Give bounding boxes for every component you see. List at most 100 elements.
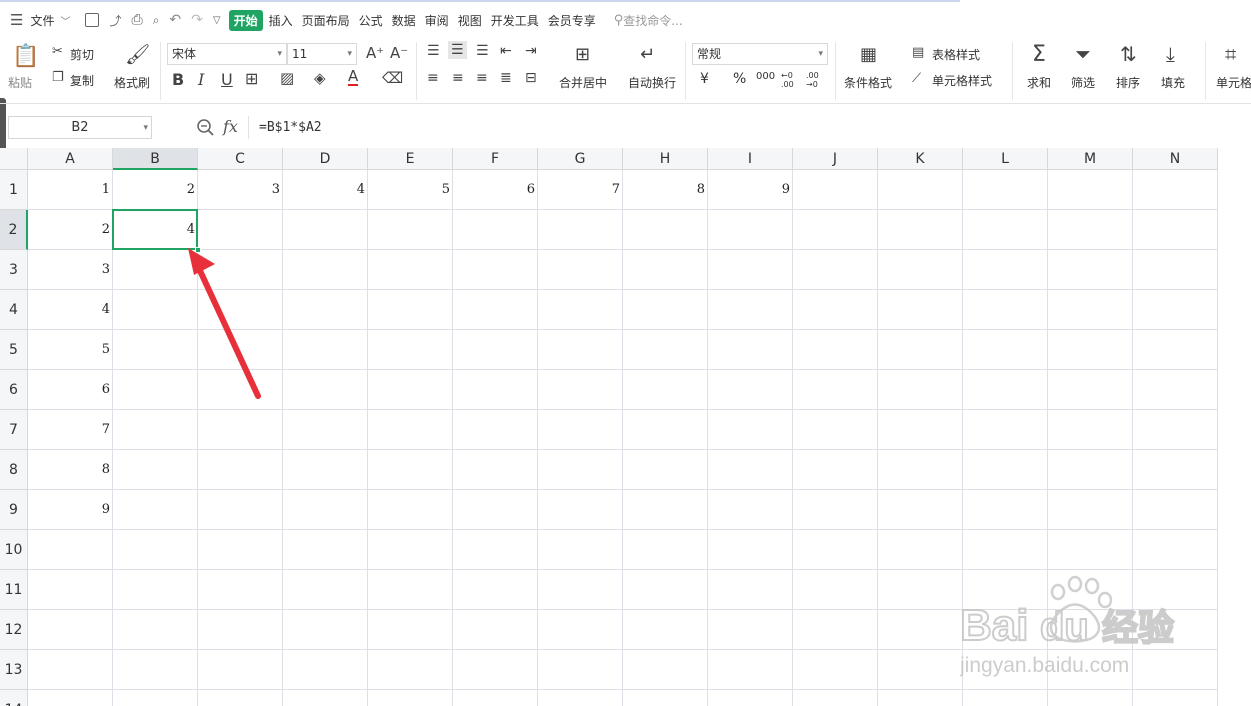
cell-k1[interactable] [878,170,963,210]
justify-icon[interactable]: ≣ [500,70,512,86]
cell-e4[interactable] [368,290,453,330]
cell-f4[interactable] [453,290,538,330]
column-header-f[interactable]: F [453,148,538,170]
cell-j10[interactable] [793,530,878,570]
cell-c6[interactable] [198,370,283,410]
sum-button[interactable]: 求和 [1027,74,1051,91]
column-header-b[interactable]: B [113,148,198,170]
cell-b9[interactable] [113,490,198,530]
column-header-c[interactable]: C [198,148,283,170]
cell-d13[interactable] [283,650,368,690]
row-header-7[interactable]: 7 [0,410,28,450]
distribute-icon[interactable]: ⊟ [525,70,537,86]
decrease-indent-icon[interactable]: ⇤ [500,43,512,59]
cell-i8[interactable] [708,450,793,490]
cell-j14[interactable] [793,690,878,706]
cell-c3[interactable] [198,250,283,290]
cell-i12[interactable] [708,610,793,650]
cell-c11[interactable] [198,570,283,610]
formula-input[interactable]: =B$1*$A2 [248,116,1251,139]
cell-h10[interactable] [623,530,708,570]
cell-k9[interactable] [878,490,963,530]
cell-h1[interactable]: 8 [623,170,708,210]
column-header-a[interactable]: A [28,148,113,170]
cell-d12[interactable] [283,610,368,650]
cell-i1[interactable]: 9 [708,170,793,210]
cell-k14[interactable] [878,690,963,706]
fill-color-icon[interactable]: ◈ [314,69,326,87]
cell-f11[interactable] [453,570,538,610]
italic-icon[interactable]: I [198,70,204,89]
column-header-g[interactable]: G [538,148,623,170]
cell-k5[interactable] [878,330,963,370]
cell-a2[interactable]: 2 [28,210,113,250]
cell-f9[interactable] [453,490,538,530]
customize-toolbar-icon[interactable]: ▽ [213,15,221,26]
cell-c12[interactable] [198,610,283,650]
cell-e1[interactable]: 5 [368,170,453,210]
cell-j5[interactable] [793,330,878,370]
cell-g4[interactable] [538,290,623,330]
cell-h11[interactable] [623,570,708,610]
cell-e3[interactable] [368,250,453,290]
sort-button[interactable]: 排序 [1116,74,1140,91]
cell-button[interactable]: 单元格 [1216,74,1251,91]
cell-m10[interactable] [1048,530,1133,570]
cell-m8[interactable] [1048,450,1133,490]
cell-e13[interactable] [368,650,453,690]
cell-c14[interactable] [198,690,283,706]
cell-f6[interactable] [453,370,538,410]
cell-e10[interactable] [368,530,453,570]
cell-d6[interactable] [283,370,368,410]
tab-page-layout[interactable]: 页面布局 [299,12,353,29]
cell-j8[interactable] [793,450,878,490]
increase-font-icon[interactable]: A⁺ [366,44,384,62]
cell-i4[interactable] [708,290,793,330]
cell-n10[interactable] [1133,530,1218,570]
cell-b13[interactable] [113,650,198,690]
cell-m4[interactable] [1048,290,1133,330]
print-preview-icon[interactable]: ⌕ [153,13,160,28]
cell-i9[interactable] [708,490,793,530]
cell-h12[interactable] [623,610,708,650]
cell-j12[interactable] [793,610,878,650]
cell-g12[interactable] [538,610,623,650]
cell-e8[interactable] [368,450,453,490]
cell-i6[interactable] [708,370,793,410]
cell-g11[interactable] [538,570,623,610]
cell-h13[interactable] [623,650,708,690]
zoom-icon[interactable] [196,118,214,136]
eraser-icon[interactable]: ⌫ [382,69,403,87]
cell-f10[interactable] [453,530,538,570]
bold-icon[interactable]: B [172,70,184,89]
cell-i5[interactable] [708,330,793,370]
copy-button[interactable]: 复制 [70,72,94,89]
percent-button[interactable]: % [733,71,746,87]
cell-b6[interactable] [113,370,198,410]
cell-f2[interactable] [453,210,538,250]
cell-b14[interactable] [113,690,198,706]
cell-f14[interactable] [453,690,538,706]
cell-a3[interactable]: 3 [28,250,113,290]
cell-c1[interactable]: 3 [198,170,283,210]
cell-shading-icon[interactable]: ▨ [280,69,294,87]
cell-c10[interactable] [198,530,283,570]
cell-h5[interactable] [623,330,708,370]
cell-h2[interactable] [623,210,708,250]
undo-icon[interactable]: ↶ [169,12,181,28]
cell-g1[interactable]: 7 [538,170,623,210]
cell-e6[interactable] [368,370,453,410]
column-header-k[interactable]: K [878,148,963,170]
cell-l1[interactable] [963,170,1048,210]
column-header-d[interactable]: D [283,148,368,170]
row-header-9[interactable]: 9 [0,490,28,530]
cell-b12[interactable] [113,610,198,650]
cell-d2[interactable] [283,210,368,250]
cell-j1[interactable] [793,170,878,210]
row-header-8[interactable]: 8 [0,450,28,490]
cell-g14[interactable] [538,690,623,706]
cell-l8[interactable] [963,450,1048,490]
cell-b1[interactable]: 2 [113,170,198,210]
row-header-5[interactable]: 5 [0,330,28,370]
cell-k12[interactable] [878,610,963,650]
